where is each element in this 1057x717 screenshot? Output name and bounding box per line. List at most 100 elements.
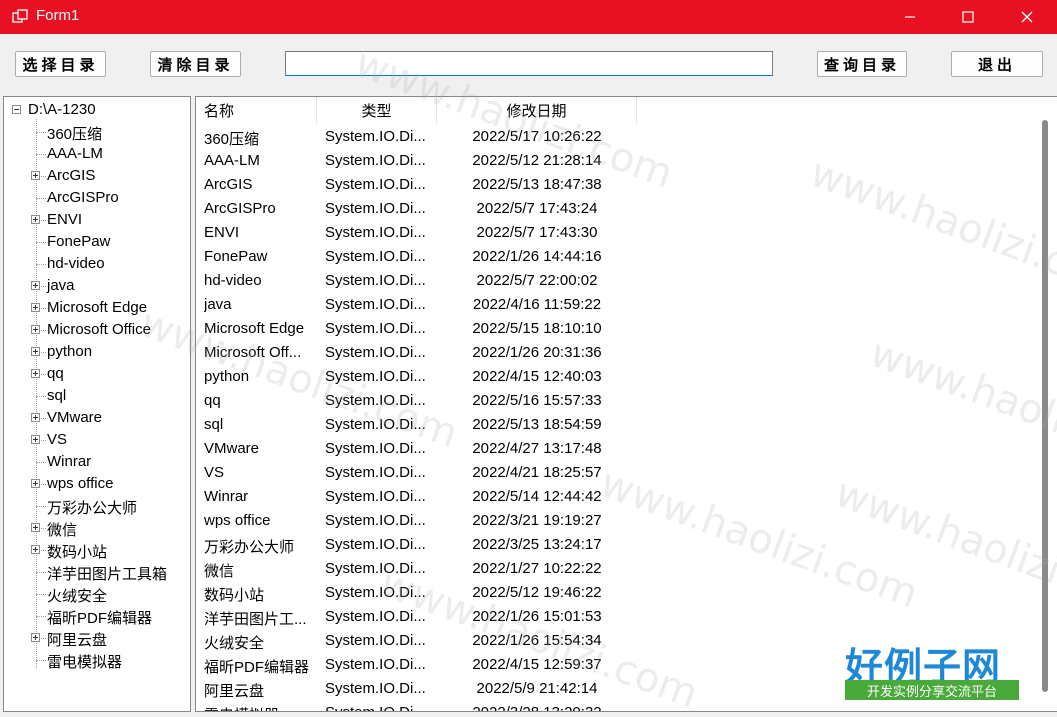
tree-branch-line bbox=[36, 660, 46, 661]
cell-date: 2022/5/7 17:43:24 bbox=[476, 200, 598, 217]
tree-item[interactable]: ArcGIS bbox=[4, 165, 190, 187]
directory-tree[interactable]: D:\A-1230 360压缩 AAA-LM ArcGIS ArcGISPro ENVI… bbox=[3, 96, 191, 712]
tree-item[interactable]: VS bbox=[4, 429, 190, 451]
expand-icon[interactable] bbox=[31, 545, 40, 554]
tree-item-label: AAA-LM bbox=[47, 145, 103, 162]
cell-name: VMware bbox=[204, 440, 260, 457]
cell-date: 2022/5/13 18:54:59 bbox=[472, 416, 602, 433]
tree-item[interactable]: 数码小站 bbox=[4, 539, 190, 561]
table-row[interactable]: ArcGISPro System.IO.Di... 2022/5/7 17:43:2… bbox=[196, 197, 1046, 221]
column-header-name[interactable]: 名称 bbox=[196, 97, 317, 124]
table-row[interactable]: VMware System.IO.Di... 2022/4/27 13:17:48 bbox=[196, 437, 1046, 461]
table-row[interactable]: 洋芋田图片工... System.IO.Di... 2022/1/26 15:01:… bbox=[196, 605, 1046, 629]
tree-item[interactable]: qq bbox=[4, 363, 190, 385]
expand-icon[interactable] bbox=[31, 347, 40, 356]
tree-item[interactable]: hd-video bbox=[4, 253, 190, 275]
cell-type: System.IO.Di... bbox=[325, 488, 426, 505]
tree-item[interactable]: VMware bbox=[4, 407, 190, 429]
expand-icon[interactable] bbox=[31, 523, 40, 532]
tree-item[interactable]: python bbox=[4, 341, 190, 363]
cell-date: 2022/5/16 15:57:33 bbox=[472, 392, 602, 409]
tree-item-label: python bbox=[47, 343, 93, 360]
cell-date: 2022/5/17 10:26:22 bbox=[472, 128, 602, 145]
list-scrollbar[interactable] bbox=[1042, 120, 1048, 692]
tree-item[interactable]: 360压缩 bbox=[4, 121, 190, 143]
cell-date: 2022/5/7 22:00:02 bbox=[476, 272, 598, 289]
table-row[interactable]: wps office System.IO.Di... 2022/3/21 19:19… bbox=[196, 509, 1046, 533]
tree-item[interactable]: 福昕PDF编辑器 bbox=[4, 605, 190, 627]
collapse-icon[interactable] bbox=[12, 105, 21, 114]
table-row[interactable]: java System.IO.Di... 2022/4/16 11:59:22 bbox=[196, 293, 1046, 317]
table-row[interactable]: Microsoft Off... System.IO.Di... 2022/1/26… bbox=[196, 341, 1046, 365]
tree-item[interactable]: Microsoft Office bbox=[4, 319, 190, 341]
cell-type: System.IO.Di... bbox=[325, 656, 426, 673]
tree-item[interactable]: ENVI bbox=[4, 209, 190, 231]
cell-name: ArcGIS bbox=[204, 176, 253, 193]
tree-item[interactable]: java bbox=[4, 275, 190, 297]
table-row[interactable]: 数码小站 System.IO.Di... 2022/5/12 19:46:22 bbox=[196, 581, 1046, 605]
expand-icon[interactable] bbox=[31, 435, 40, 444]
table-row[interactable]: VS System.IO.Di... 2022/4/21 18:25:57 bbox=[196, 461, 1046, 485]
query-directory-button[interactable]: 查询目录 bbox=[817, 51, 907, 77]
tree-item[interactable]: 火绒安全 bbox=[4, 583, 190, 605]
table-row[interactable]: Winrar System.IO.Di... 2022/5/14 12:44:42 bbox=[196, 485, 1046, 509]
expand-icon[interactable] bbox=[31, 325, 40, 334]
tree-item[interactable]: 万彩办公大师 bbox=[4, 495, 190, 517]
tree-item[interactable]: 洋芋田图片工具箱 bbox=[4, 561, 190, 583]
table-row[interactable]: AAA-LM System.IO.Di... 2022/5/12 21:28:14 bbox=[196, 149, 1046, 173]
tree-item[interactable]: 微信 bbox=[4, 517, 190, 539]
expand-icon[interactable] bbox=[31, 215, 40, 224]
close-button[interactable] bbox=[999, 0, 1055, 34]
table-row[interactable]: sql System.IO.Di... 2022/5/13 18:54:59 bbox=[196, 413, 1046, 437]
tree-item[interactable]: ArcGISPro bbox=[4, 187, 190, 209]
table-row[interactable]: ENVI System.IO.Di... 2022/5/7 17:43:30 bbox=[196, 221, 1046, 245]
table-row[interactable]: ArcGIS System.IO.Di... 2022/5/13 18:47:38 bbox=[196, 173, 1046, 197]
expand-icon[interactable] bbox=[31, 369, 40, 378]
expand-icon[interactable] bbox=[31, 479, 40, 488]
tree-item-label: ArcGIS bbox=[47, 167, 96, 184]
table-row[interactable]: 360压缩 System.IO.Di... 2022/5/17 10:26:22 bbox=[196, 125, 1046, 149]
expand-icon[interactable] bbox=[31, 281, 40, 290]
expand-icon[interactable] bbox=[31, 303, 40, 312]
tree-item[interactable]: sql bbox=[4, 385, 190, 407]
table-row[interactable]: FonePaw System.IO.Di... 2022/1/26 14:44:16 bbox=[196, 245, 1046, 269]
column-header-date[interactable]: 修改日期 bbox=[437, 97, 637, 124]
cell-name: qq bbox=[204, 392, 221, 409]
table-row[interactable]: Microsoft Edge System.IO.Di... 2022/5/15 1… bbox=[196, 317, 1046, 341]
title-bar[interactable]: Form1 bbox=[0, 0, 1057, 34]
table-row[interactable]: 微信 System.IO.Di... 2022/1/27 10:22:22 bbox=[196, 557, 1046, 581]
tree-branch-line bbox=[36, 572, 46, 573]
clear-directory-button[interactable]: 清除目录 bbox=[150, 51, 241, 77]
tree-item[interactable]: FonePaw bbox=[4, 231, 190, 253]
cell-type: System.IO.Di... bbox=[325, 680, 426, 697]
tree-branch-line bbox=[36, 154, 46, 155]
column-header-type[interactable]: 类型 bbox=[317, 97, 437, 124]
tree-item[interactable]: 阿里云盘 bbox=[4, 627, 190, 649]
path-input[interactable] bbox=[285, 51, 773, 76]
cell-type: System.IO.Di... bbox=[325, 416, 426, 433]
tree-item[interactable]: Winrar bbox=[4, 451, 190, 473]
tree-branch-line bbox=[36, 462, 46, 463]
tree-item-label: VS bbox=[47, 431, 68, 448]
minimize-button[interactable] bbox=[882, 0, 938, 34]
table-row[interactable]: python System.IO.Di... 2022/4/15 12:40:03 bbox=[196, 365, 1046, 389]
tree-item[interactable]: AAA-LM bbox=[4, 143, 190, 165]
exit-button[interactable]: 退出 bbox=[951, 51, 1043, 77]
table-row[interactable]: qq System.IO.Di... 2022/5/16 15:57:33 bbox=[196, 389, 1046, 413]
select-directory-button[interactable]: 选择目录 bbox=[15, 51, 106, 77]
tree-branch-line bbox=[36, 198, 46, 199]
tree-root[interactable]: D:\A-1230 bbox=[4, 99, 190, 121]
tree-item[interactable]: 雷电模拟器 bbox=[4, 649, 190, 671]
expand-icon[interactable] bbox=[31, 171, 40, 180]
tree-item[interactable]: Microsoft Edge bbox=[4, 297, 190, 319]
expand-icon[interactable] bbox=[31, 413, 40, 422]
cell-name: 数码小站 bbox=[204, 587, 265, 604]
expand-icon[interactable] bbox=[31, 633, 40, 642]
tree-item-label: 数码小站 bbox=[47, 544, 108, 561]
maximize-button[interactable] bbox=[940, 0, 996, 34]
tree-item[interactable]: wps office bbox=[4, 473, 190, 495]
cell-name: 洋芋田图片工... bbox=[204, 611, 307, 628]
file-list[interactable]: 名称 类型 修改日期 360压缩 System.IO.Di... 2022/5/17… bbox=[195, 96, 1057, 712]
table-row[interactable]: hd-video System.IO.Di... 2022/5/7 22:00:02 bbox=[196, 269, 1046, 293]
table-row[interactable]: 万彩办公大师 System.IO.Di... 2022/3/25 13:24:17 bbox=[196, 533, 1046, 557]
